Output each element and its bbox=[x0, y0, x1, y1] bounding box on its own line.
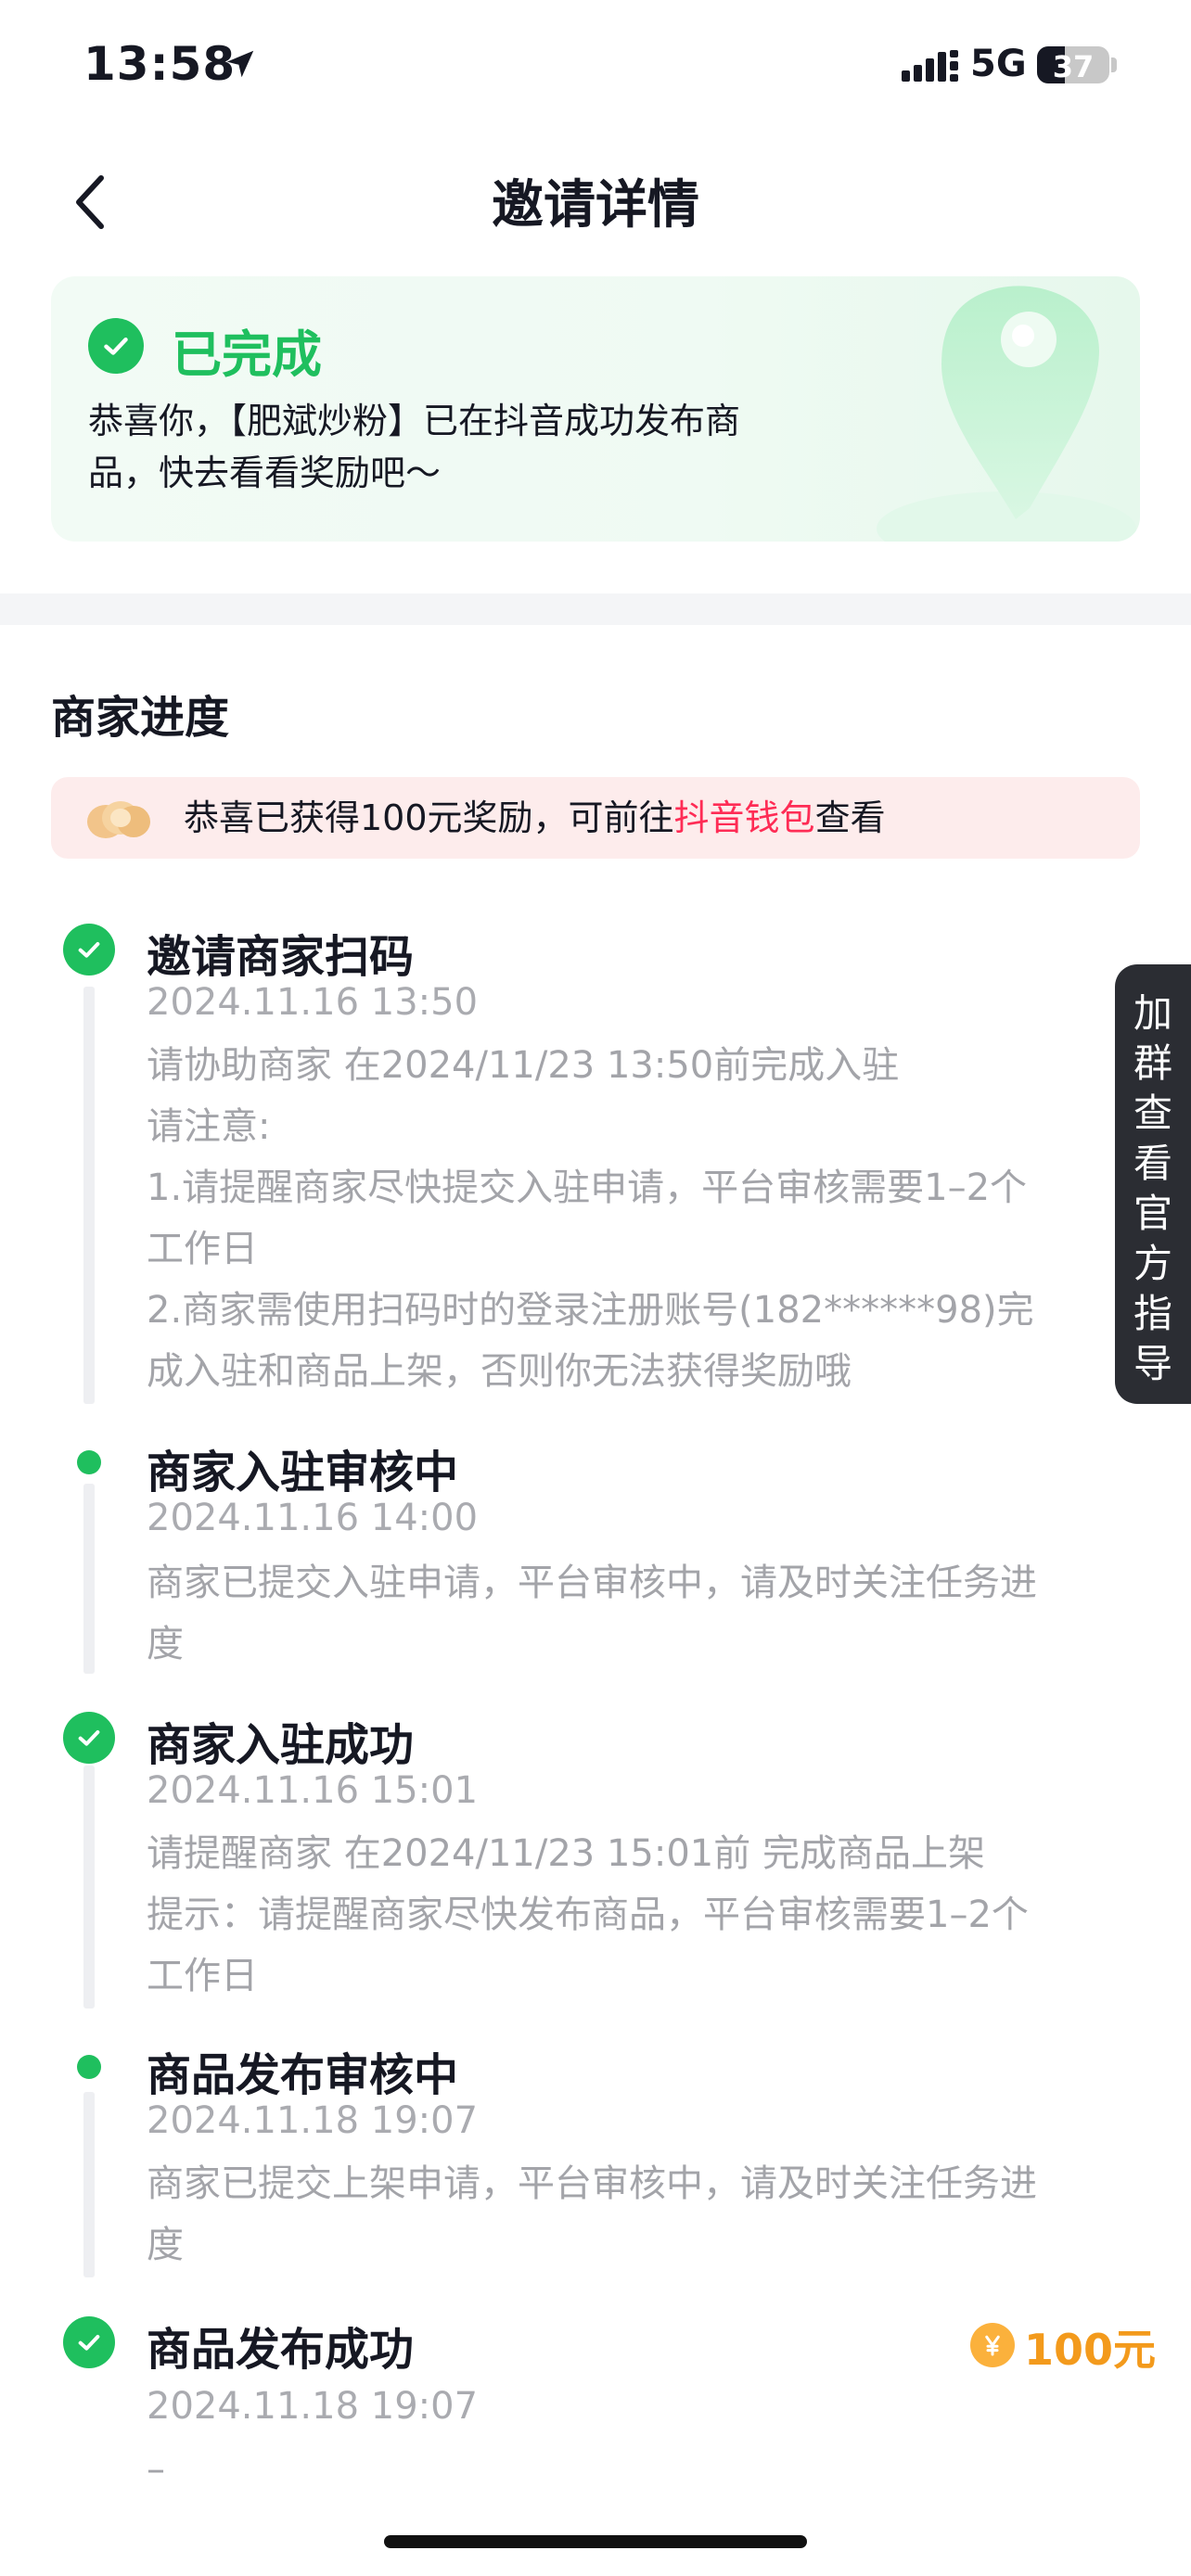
step-time: 2024.11.18 19:07 bbox=[147, 2385, 479, 2428]
step-detail: 工作日 bbox=[147, 1955, 258, 1997]
completion-desc-line: 品，快去看看奖励吧～ bbox=[88, 453, 442, 493]
cellular-signal-icon bbox=[902, 50, 958, 82]
step-detail: 商家已提交上架申请，平台审核中，请及时关注任务进 bbox=[147, 2162, 1037, 2205]
timeline-connector bbox=[83, 2092, 95, 2277]
network-type: 5G bbox=[970, 43, 1027, 85]
reward-banner[interactable]: 恭喜已获得100元奖励，可前往抖音钱包查看 bbox=[51, 777, 1140, 859]
map-pin-illustration bbox=[877, 286, 1136, 542]
step-title: 商家入驻成功 bbox=[147, 1719, 415, 1771]
status-time: 13:58 bbox=[83, 37, 237, 91]
step-complete-icon bbox=[63, 1712, 115, 1764]
step-time: 2024.11.16 13:50 bbox=[147, 981, 479, 1024]
page-title: 邀请详情 bbox=[492, 175, 699, 236]
step-time: 2024.11.18 19:07 bbox=[147, 2099, 479, 2142]
step-title: 商品发布审核中 bbox=[147, 2049, 459, 2101]
battery-level: 37 bbox=[1052, 49, 1095, 84]
home-indicator[interactable] bbox=[384, 2535, 807, 2548]
completion-description: 恭喜你，【肥斌炒粉】已在抖音成功发布商 品，快去看看奖励吧～ bbox=[88, 395, 886, 499]
section-title: 商家进度 bbox=[51, 692, 230, 744]
join-group-guide-tab[interactable]: 加群查看官方指导 bbox=[1115, 964, 1191, 1404]
timeline-connector bbox=[83, 1484, 95, 1674]
wallet-link[interactable]: 抖音钱包 bbox=[674, 797, 815, 838]
step-time: 2024.11.16 15:01 bbox=[147, 1769, 479, 1812]
step-complete-icon bbox=[63, 2316, 115, 2368]
check-circle-icon bbox=[88, 318, 144, 374]
step-detail: 1.请提醒商家尽快提交入驻申请，平台审核需要1–2个 bbox=[147, 1167, 1028, 1209]
back-button[interactable] bbox=[58, 165, 122, 239]
step-complete-icon bbox=[63, 924, 115, 976]
step-detail: 请提醒商家 在2024/11/23 15:01前 完成商品上架 bbox=[147, 1832, 985, 1875]
step-detail: 工作日 bbox=[147, 1228, 258, 1270]
reward-suffix: 查看 bbox=[814, 797, 886, 838]
completion-desc-line: 恭喜你，【肥斌炒粉】已在抖音成功发布商 bbox=[88, 401, 741, 441]
step-detail: 请协助商家 在2024/11/23 13:50前完成入驻 bbox=[147, 1044, 900, 1087]
battery-cap bbox=[1111, 57, 1117, 72]
step-title: 商家入驻审核中 bbox=[147, 1447, 459, 1498]
step-title: 邀请商家扫码 bbox=[147, 931, 415, 983]
completion-status: 已完成 bbox=[172, 325, 322, 384]
timeline-connector bbox=[83, 987, 95, 1404]
reward-prefix: 恭喜已获得100元奖励，可前往 bbox=[184, 797, 674, 838]
step-detail: 商家已提交入驻申请，平台审核中，请及时关注任务进 bbox=[147, 1562, 1037, 1604]
step-pending-dot bbox=[77, 1450, 101, 1474]
completion-card: 已完成 恭喜你，【肥斌炒粉】已在抖音成功发布商 品，快去看看奖励吧～ bbox=[51, 276, 1140, 542]
step-detail: 请注意: bbox=[147, 1105, 271, 1148]
timeline-connector bbox=[83, 1766, 95, 2009]
step-detail: 度 bbox=[147, 1623, 184, 1665]
section-divider bbox=[0, 593, 1191, 625]
reward-message: 恭喜已获得100元奖励，可前往抖音钱包查看 bbox=[184, 794, 886, 842]
step-time: 2024.11.16 14:00 bbox=[147, 1497, 479, 1539]
battery-icon: 37 bbox=[1037, 46, 1109, 84]
step-pending-dot bbox=[77, 2055, 101, 2079]
step-title: 商品发布成功 bbox=[147, 2324, 415, 2376]
coins-icon bbox=[87, 801, 150, 838]
step-detail: 成入驻和商品上架，否则你无法获得奖励哦 bbox=[147, 1350, 852, 1393]
yen-coin-icon bbox=[970, 2323, 1015, 2367]
step-detail: 提示：请提醒商家尽快发布商品，平台审核需要1–2个 bbox=[147, 1894, 1029, 1936]
side-tab-label: 加群查看官方指导 bbox=[1133, 990, 1173, 1386]
step-detail: 2.商家需使用扫码时的登录注册账号(182******98)完 bbox=[147, 1289, 1034, 1332]
reward-amount: 100元 bbox=[1024, 2325, 1157, 2375]
location-arrow-icon bbox=[226, 50, 254, 78]
chevron-left-icon bbox=[76, 175, 104, 229]
step-detail: 度 bbox=[147, 2224, 184, 2266]
step-detail: – bbox=[147, 2448, 165, 2491]
